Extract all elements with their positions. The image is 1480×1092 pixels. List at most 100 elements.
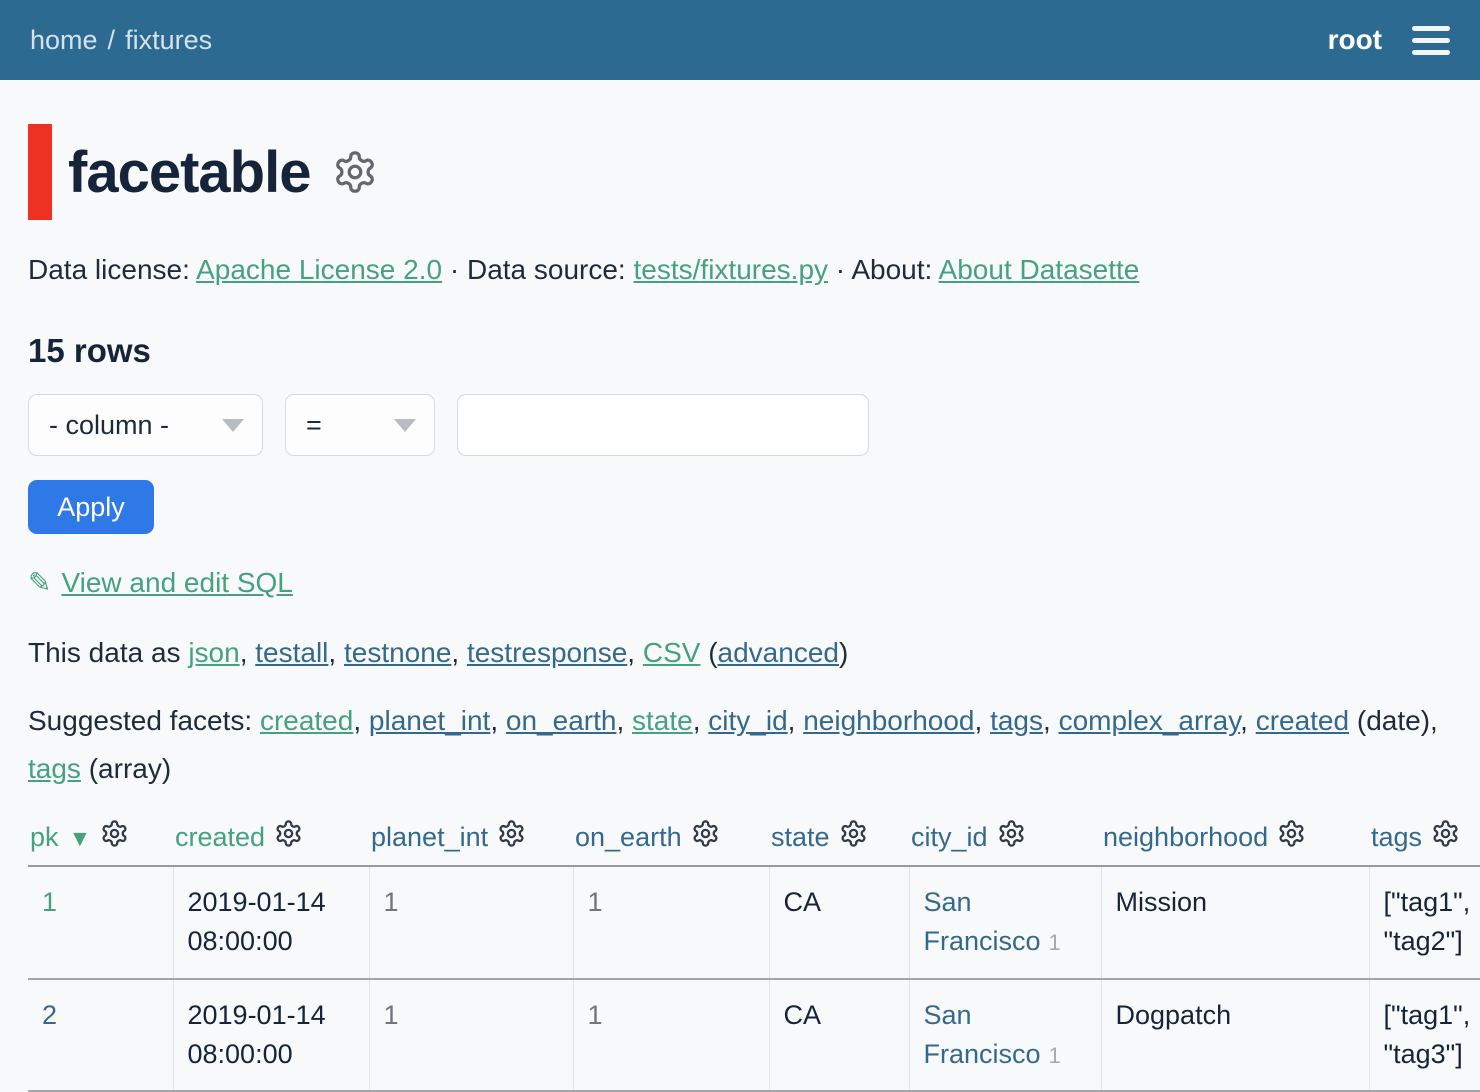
row-pk-link[interactable]: 1 bbox=[42, 887, 57, 917]
table-header-row: pk ▼ created planet_int on_earth state bbox=[28, 813, 1480, 866]
export-link-testall[interactable]: testall bbox=[255, 637, 328, 668]
facet-link-neighborhood[interactable]: neighborhood bbox=[803, 705, 974, 736]
facet-link-created[interactable]: created bbox=[260, 705, 353, 736]
user-menu-link[interactable]: root bbox=[1328, 24, 1382, 56]
filter-value-input[interactable] bbox=[457, 394, 869, 456]
facet-link-created-date[interactable]: created bbox=[1256, 705, 1349, 736]
cell-on-earth: 1 bbox=[573, 979, 769, 1091]
export-link-testresponse[interactable]: testresponse bbox=[467, 637, 627, 668]
export-link-advanced[interactable]: advanced bbox=[718, 637, 839, 668]
column-filter-value: - column - bbox=[49, 410, 169, 441]
facet-sep: (array) bbox=[81, 753, 171, 784]
column-cog-icon[interactable] bbox=[274, 819, 303, 848]
hamburger-menu-icon[interactable] bbox=[1412, 22, 1450, 59]
dropdown-caret-icon bbox=[222, 419, 244, 432]
column-sort-link-state[interactable]: state bbox=[771, 822, 830, 852]
breadcrumb-table[interactable]: fixtures bbox=[125, 25, 212, 55]
column-sort-link-neighborhood[interactable]: neighborhood bbox=[1103, 822, 1268, 852]
title-accent-bar bbox=[28, 124, 52, 220]
facet-link-on-earth[interactable]: on_earth bbox=[506, 705, 617, 736]
source-link[interactable]: tests/fixtures.py bbox=[634, 254, 829, 285]
cell-created: 2019-01-14 08:00:00 bbox=[173, 979, 369, 1091]
export-link-testnone[interactable]: testnone bbox=[344, 637, 451, 668]
column-sort-link-city-id[interactable]: city_id bbox=[911, 822, 988, 852]
view-edit-sql-link[interactable]: View and edit SQL bbox=[61, 567, 292, 598]
source-label: Data source: bbox=[467, 254, 634, 285]
facet-link-tags-array[interactable]: tags bbox=[28, 753, 81, 784]
column-header-neighborhood: neighborhood bbox=[1101, 813, 1369, 866]
rows-table-container: pk ▼ created planet_int on_earth state bbox=[28, 813, 1480, 1092]
column-header-planet-int: planet_int bbox=[369, 813, 573, 866]
license-label: Data license: bbox=[28, 254, 196, 285]
city-link[interactable]: San Francisco bbox=[924, 1000, 1041, 1069]
column-cog-icon[interactable] bbox=[1277, 819, 1306, 848]
export-sep: ( bbox=[700, 637, 717, 668]
column-cog-icon[interactable] bbox=[1431, 819, 1460, 848]
breadcrumb: home / fixtures bbox=[30, 25, 212, 56]
facet-sep: (date), bbox=[1349, 705, 1438, 736]
facet-sep: , bbox=[788, 705, 804, 736]
export-sep: , bbox=[627, 637, 643, 668]
facet-link-tags[interactable]: tags bbox=[990, 705, 1043, 736]
column-filter-select[interactable]: - column - bbox=[28, 394, 263, 456]
page-title: facetable bbox=[68, 139, 310, 206]
cell-planet-int: 1 bbox=[369, 866, 573, 978]
sort-desc-icon: ▼ bbox=[69, 825, 92, 851]
city-id-value: 1 bbox=[1049, 1043, 1061, 1068]
dropdown-caret-icon bbox=[394, 419, 416, 432]
cell-city-id: San Francisco1 bbox=[909, 866, 1101, 978]
top-navbar: home / fixtures root bbox=[0, 0, 1480, 80]
column-sort-link-created[interactable]: created bbox=[175, 822, 265, 852]
export-sep: , bbox=[240, 637, 256, 668]
cell-neighborhood: Dogpatch bbox=[1101, 979, 1369, 1091]
table-row: 1 2019-01-14 08:00:00 1 1 CA San Francis… bbox=[28, 866, 1480, 978]
cell-tags: ["tag1", "tag3"] bbox=[1369, 979, 1480, 1091]
title-bar: facetable bbox=[28, 124, 1452, 220]
rows-table: pk ▼ created planet_int on_earth state bbox=[28, 813, 1480, 1092]
column-header-city-id: city_id bbox=[909, 813, 1101, 866]
hamburger-bar bbox=[1412, 26, 1450, 31]
cell-planet-int: 1 bbox=[369, 979, 573, 1091]
column-sort-link-on-earth[interactable]: on_earth bbox=[575, 822, 682, 852]
export-link-csv[interactable]: CSV bbox=[643, 637, 701, 668]
export-link-json[interactable]: json bbox=[188, 637, 239, 668]
filter-row: - column - = bbox=[28, 394, 1452, 456]
database-metadata: Data license: Apache License 2.0 · Data … bbox=[28, 254, 1452, 286]
about-link[interactable]: About Datasette bbox=[939, 254, 1140, 285]
cell-city-id: San Francisco 1 bbox=[909, 979, 1101, 1091]
main-content: facetable Data license: Apache License 2… bbox=[0, 124, 1480, 1092]
facet-link-state[interactable]: state bbox=[632, 705, 693, 736]
license-link[interactable]: Apache License 2.0 bbox=[196, 254, 442, 285]
export-sep: , bbox=[328, 637, 344, 668]
column-sort-link-planet-int[interactable]: planet_int bbox=[371, 822, 488, 852]
table-settings-gear-icon[interactable] bbox=[332, 149, 378, 195]
export-sep: ) bbox=[839, 637, 848, 668]
breadcrumb-separator: / bbox=[108, 25, 116, 55]
column-header-created: created bbox=[173, 813, 369, 866]
column-cog-icon[interactable] bbox=[997, 819, 1026, 848]
column-sort-link-tags[interactable]: tags bbox=[1371, 822, 1422, 852]
cell-state: CA bbox=[769, 866, 909, 978]
export-links: This data as json, testall, testnone, te… bbox=[28, 637, 1452, 669]
breadcrumb-home[interactable]: home bbox=[30, 25, 98, 55]
column-cog-icon[interactable] bbox=[839, 819, 868, 848]
facet-link-complex-array[interactable]: complex_array bbox=[1059, 705, 1241, 736]
column-sort-link-pk[interactable]: pk bbox=[30, 822, 59, 852]
facet-sep: , bbox=[975, 705, 991, 736]
facet-sep: , bbox=[353, 705, 369, 736]
operator-filter-select[interactable]: = bbox=[285, 394, 435, 456]
cell-tags: ["tag1", "tag2"] bbox=[1369, 866, 1480, 978]
city-link[interactable]: San Francisco bbox=[924, 887, 1041, 956]
column-cog-icon[interactable] bbox=[100, 819, 129, 848]
row-count: 15 rows bbox=[28, 332, 1452, 370]
facet-link-planet-int[interactable]: planet_int bbox=[369, 705, 490, 736]
column-header-tags: tags bbox=[1369, 813, 1480, 866]
facet-link-city-id[interactable]: city_id bbox=[708, 705, 787, 736]
cell-pk: 1 bbox=[28, 866, 173, 978]
cell-created: 2019-01-14 08:00:00 bbox=[173, 866, 369, 978]
row-pk-link[interactable]: 2 bbox=[42, 1000, 57, 1030]
metadata-dot: · bbox=[828, 254, 851, 285]
apply-button[interactable]: Apply bbox=[28, 480, 154, 534]
column-cog-icon[interactable] bbox=[691, 819, 720, 848]
column-cog-icon[interactable] bbox=[497, 819, 526, 848]
